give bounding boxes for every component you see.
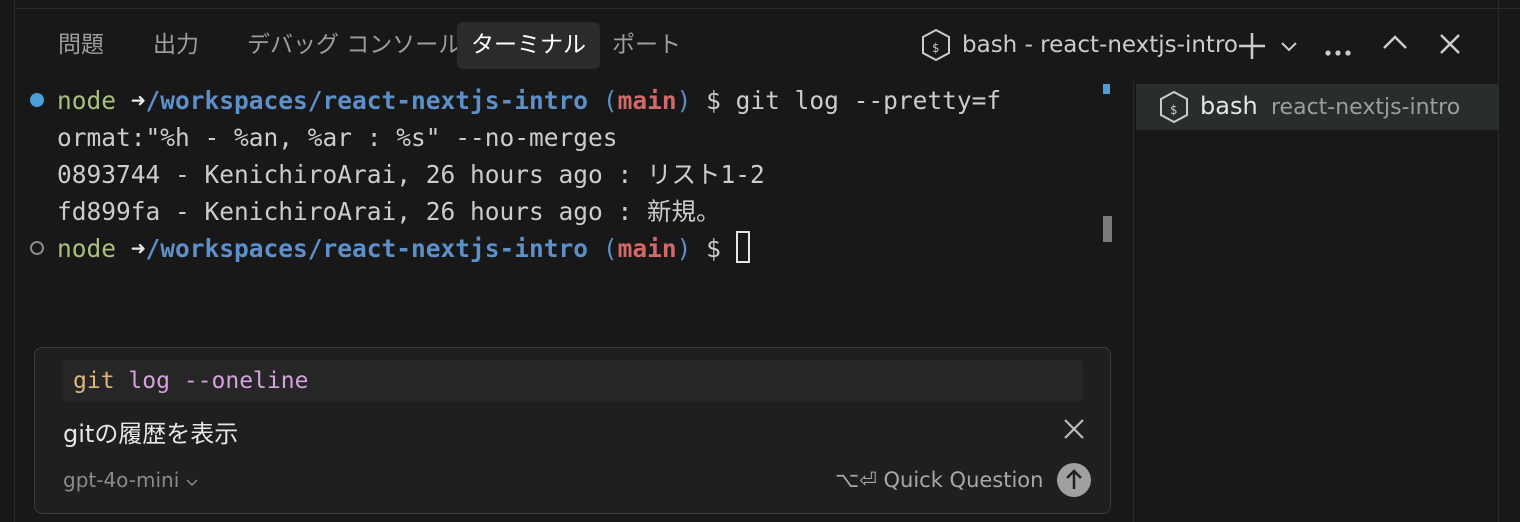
prompt-user: node [57, 86, 117, 115]
shortcut-hint: ⌥⏎ [835, 468, 877, 492]
plus-icon[interactable] [1236, 30, 1268, 66]
left-gutter [0, 0, 15, 522]
chevron-down-icon [186, 468, 198, 492]
tab-debug-console[interactable]: デバッグ コンソール [233, 22, 475, 69]
terminal-line-5: node ➜/workspaces/react-nextjs-intro (ma… [57, 230, 750, 267]
prompt-paren-open: ( [602, 234, 618, 263]
command-success-dot[interactable] [30, 93, 44, 107]
model-picker[interactable]: gpt-4o-mini [63, 468, 198, 492]
token-git: git [73, 368, 115, 394]
terminal-line-4: fd899fa - KenichiroArai, 26 hours ago : … [57, 197, 721, 226]
terminal-tab-item[interactable]: $ bash react-nextjs-intro [1136, 84, 1499, 130]
chevron-down-icon[interactable] [1280, 38, 1298, 57]
svg-text:$: $ [1170, 103, 1177, 117]
prompt-path: /workspaces/react-nextjs-intro [145, 234, 589, 263]
model-name: gpt-4o-mini [63, 468, 180, 492]
suggested-command[interactable]: git log --oneline [63, 360, 1083, 402]
terminal-inline-chat: git log --oneline gitの履歴を表示 gpt-4o-mini … [34, 347, 1111, 514]
prompt-paren-open: ( [602, 86, 618, 115]
command-pending-dot[interactable] [30, 241, 44, 255]
quick-question-label: Quick Question [883, 468, 1044, 492]
close-icon[interactable] [1063, 418, 1085, 444]
editor-top-border [14, 0, 1520, 9]
tab-problems[interactable]: 問題 [44, 22, 118, 69]
prompt-path: /workspaces/react-nextjs-intro [145, 86, 589, 115]
prompt-user: node [57, 234, 117, 263]
prompt-branch: main [617, 86, 677, 115]
terminal-scrollbar-thumb[interactable] [1103, 216, 1112, 242]
quick-question-button[interactable]: ⌥⏎ Quick Question [835, 468, 1043, 492]
token-flag: --oneline [183, 368, 309, 394]
arrow-up-icon [1066, 469, 1082, 489]
bash-icon: $ [1158, 90, 1190, 128]
command-text: $ git log --pretty=f [691, 86, 1002, 115]
scrollbar-marker [1103, 84, 1110, 94]
terminal-line-2: ormat:"%h - %an, %ar : %s" --no-merges [57, 123, 618, 152]
tab-output[interactable]: 出力 [139, 22, 213, 69]
tab-terminal[interactable]: ターミナル [457, 22, 600, 69]
svg-text:$: $ [932, 41, 939, 55]
prompt-paren-close: ) [676, 86, 692, 115]
terminal-tabs-list: $ bash react-nextjs-intro [1133, 82, 1499, 522]
prompt-branch: main [617, 234, 677, 263]
chat-prompt-input[interactable]: gitの履歴を表示 [63, 414, 238, 449]
terminal-tab-description: react-nextjs-intro [1271, 95, 1461, 120]
prompt-paren-close: ) [676, 234, 692, 263]
tab-ports[interactable]: ポート [598, 22, 695, 69]
more-icon[interactable] [1324, 42, 1352, 61]
prompt-arrow: ➜ [130, 86, 146, 115]
terminal-output[interactable]: node ➜/workspaces/react-nextjs-intro (ma… [28, 82, 1108, 322]
bash-icon: $ [920, 28, 952, 66]
prompt-dollar: $ [691, 234, 736, 263]
prompt-arrow: ➜ [130, 234, 146, 263]
terminal-tab-label: bash [1200, 92, 1258, 120]
send-button[interactable] [1057, 463, 1091, 497]
terminal-cursor [735, 231, 750, 263]
panel-tab-bar: 問題 出力 デバッグ コンソール ターミナル ポート $ bash - reac… [14, 10, 1498, 80]
chevron-up-icon[interactable] [1382, 34, 1408, 54]
close-icon[interactable] [1438, 32, 1462, 60]
terminal-title[interactable]: bash - react-nextjs-intro [962, 22, 1238, 69]
token-log: log [128, 368, 170, 394]
terminal-line-3: 0893744 - KenichiroArai, 26 hours ago : … [57, 160, 765, 189]
terminal-line-1: node ➜/workspaces/react-nextjs-intro (ma… [57, 82, 1001, 119]
